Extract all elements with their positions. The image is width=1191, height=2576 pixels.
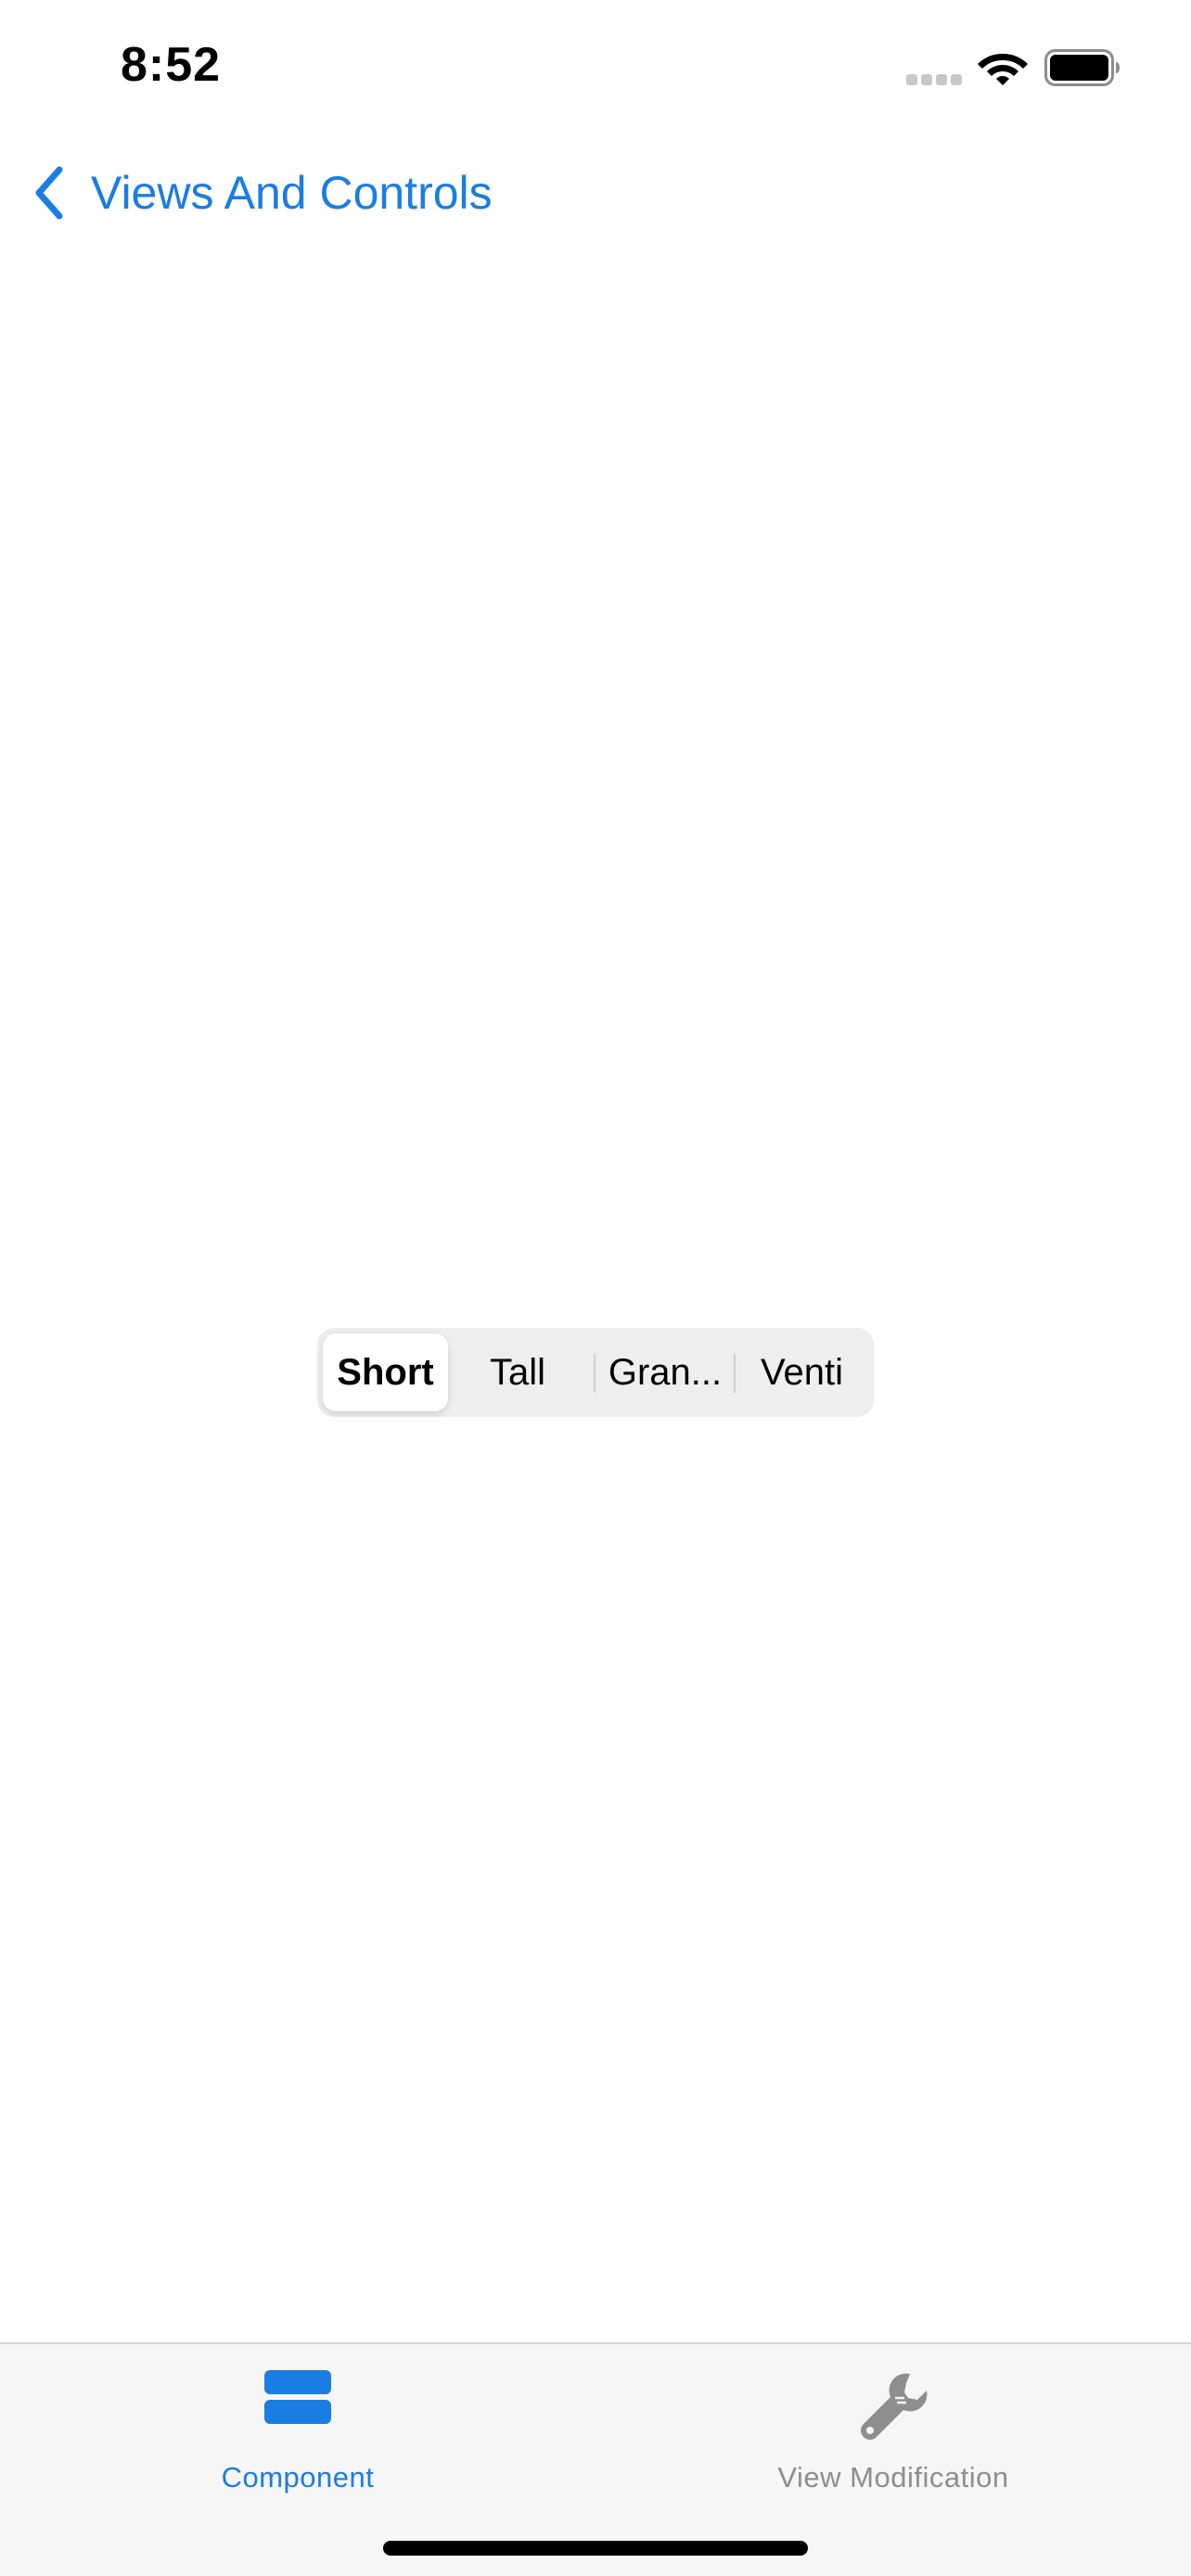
- chevron-left-icon: [35, 166, 63, 220]
- segment-short[interactable]: Short: [323, 1333, 448, 1411]
- tab-bar: Component View Modification: [0, 2342, 1191, 2576]
- tab-view-modification-label: View Modification: [777, 2461, 1009, 2493]
- back-button-label: Views And Controls: [91, 167, 493, 219]
- screen: 8:52 Views And Controls Short Tall Gran.…: [0, 0, 1191, 2576]
- status-time: 8:52: [121, 38, 222, 92]
- segment-grande[interactable]: Gran...: [596, 1333, 735, 1411]
- navigation-bar: Views And Controls: [0, 139, 1191, 250]
- stacked-rectangles-icon: [264, 2370, 331, 2424]
- status-bar: 8:52: [0, 0, 1191, 139]
- cellular-signal-icon: [906, 74, 964, 87]
- back-button[interactable]: Views And Controls: [32, 159, 493, 226]
- tab-component-label: Component: [221, 2461, 375, 2493]
- tab-view-modification[interactable]: View Modification: [596, 2344, 1191, 2511]
- segment-venti[interactable]: Venti: [736, 1333, 868, 1411]
- size-segmented-control[interactable]: Short Tall Gran... Venti: [317, 1328, 874, 1417]
- home-indicator[interactable]: [383, 2541, 808, 2556]
- segment-tall[interactable]: Tall: [448, 1333, 587, 1411]
- wifi-icon: [978, 54, 1028, 85]
- battery-icon: [1044, 49, 1120, 86]
- wrench-icon: [861, 2373, 928, 2440]
- tab-component[interactable]: Component: [0, 2344, 596, 2511]
